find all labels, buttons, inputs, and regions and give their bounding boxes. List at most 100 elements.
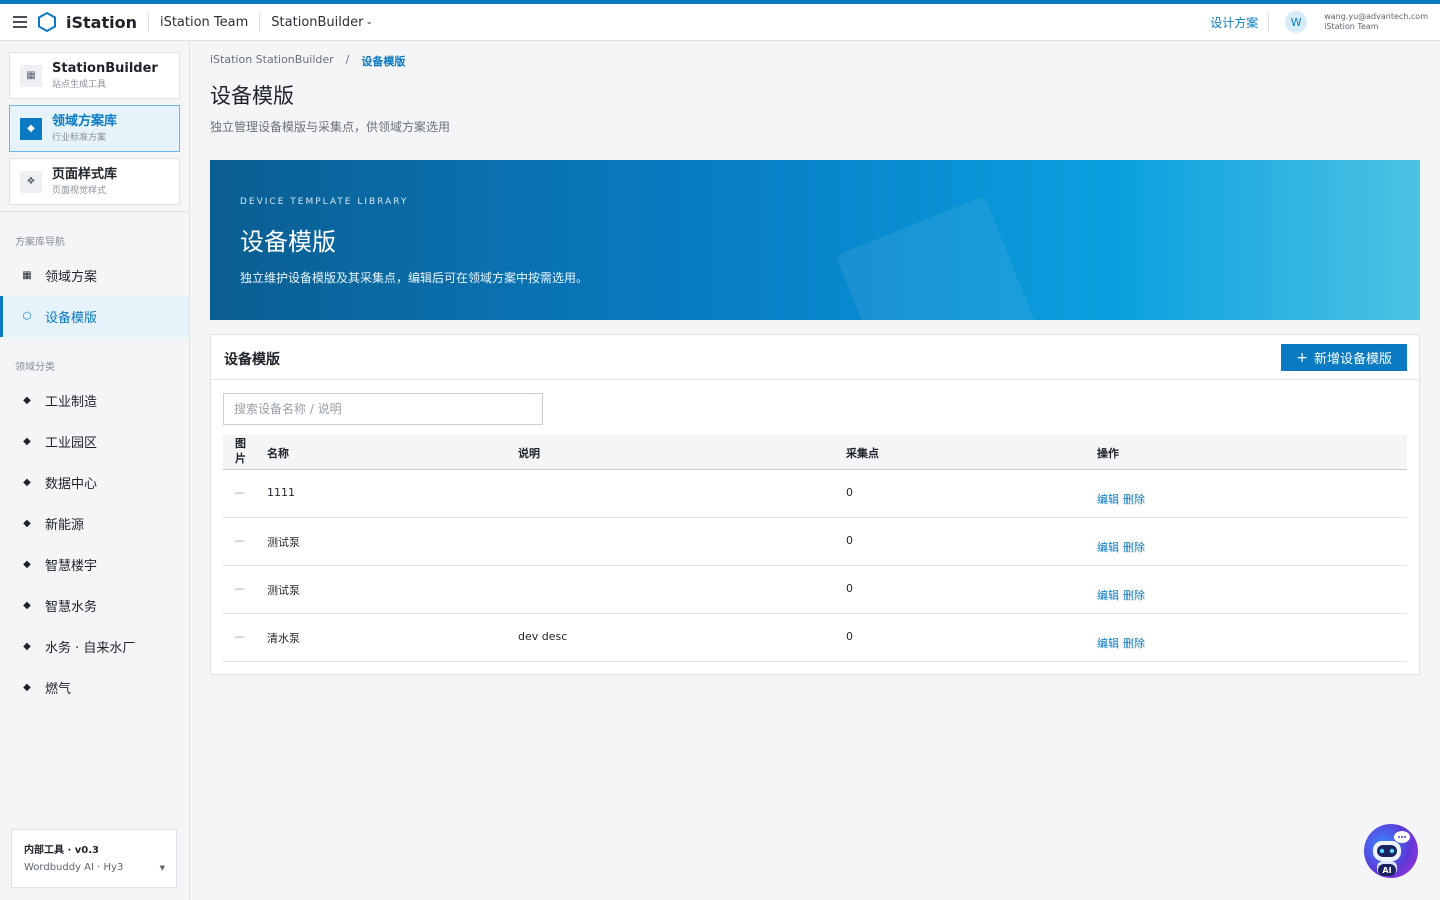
- team-name[interactable]: iStation Team: [160, 15, 248, 30]
- row-actions: 编辑 删除: [1097, 587, 1149, 603]
- diamond-icon: ◆: [23, 395, 31, 406]
- sidebar-item-label: 智慧水务: [45, 600, 98, 615]
- version-selector[interactable]: 内部工具 · v0.3 Wordbuddy AI · Hy3 ▼: [11, 829, 177, 888]
- hero-banner: DEVICE TEMPLATE LIBRARY 设备模版 独立维护设备模版及其采…: [210, 160, 1420, 320]
- delete-button[interactable]: 删除: [1123, 635, 1145, 651]
- breadcrumb-root[interactable]: iStation StationBuilder: [210, 53, 334, 69]
- app-card-sub: 行业标准方案: [52, 132, 107, 143]
- sidebar: ▦ StationBuilder 站点生成工具 ◆ 领域方案库 行业标准方案 ❖…: [0, 42, 190, 900]
- app-card-sub: 页面视觉样式: [52, 185, 107, 196]
- diamond-icon: ◆: [23, 600, 31, 611]
- diamond-icon: ◆: [23, 641, 31, 652]
- app-card-sub: 站点生成工具: [52, 79, 107, 90]
- row-actions: 编辑 删除: [1097, 491, 1149, 507]
- sidebar-item-label: 领域方案: [45, 270, 98, 285]
- sidebar-item-category[interactable]: ◆ 工业制造: [0, 380, 189, 421]
- product-switcher[interactable]: StationBuilder ⌄: [271, 15, 373, 30]
- banner-eyebrow: DEVICE TEMPLATE LIBRARY: [240, 197, 409, 207]
- edit-button[interactable]: 编辑: [1097, 491, 1119, 507]
- ai-assistant-button[interactable]: AI: [1364, 824, 1418, 878]
- diamond-icon: ◆: [23, 436, 31, 447]
- category-section-title: 领域分类: [15, 362, 55, 373]
- card-title: 设备模版: [224, 352, 280, 368]
- design-plan-link[interactable]: 设计方案: [1210, 14, 1258, 31]
- banner-description: 独立维护设备模版及其采集点，编辑后可在领域方案中按需选用。: [240, 271, 589, 285]
- diamond-icon: ◆: [23, 518, 31, 529]
- banner-decoration: [835, 195, 1045, 320]
- app-card-style-library[interactable]: ❖ 页面样式库 页面视觉样式: [9, 158, 180, 205]
- edit-button[interactable]: 编辑: [1097, 587, 1119, 603]
- menu-icon[interactable]: [13, 16, 27, 28]
- divider: [147, 12, 149, 32]
- card-header: 设备模版 + 新增设备模版: [211, 335, 1419, 380]
- sidebar-item-category[interactable]: ◆ 工业园区: [0, 421, 189, 462]
- sidebar-item-category[interactable]: ◆ 水务 · 自来水厂: [0, 626, 189, 667]
- brand-name[interactable]: iStation: [66, 13, 137, 32]
- delete-button[interactable]: 删除: [1123, 587, 1145, 603]
- row-actions: 编辑 删除: [1097, 539, 1149, 555]
- app-card-domain-library[interactable]: ◆ 领域方案库 行业标准方案: [9, 105, 180, 152]
- sidebar-item-label: 智慧楼宇: [45, 559, 98, 574]
- sidebar-item-category[interactable]: ◆ 数据中心: [0, 462, 189, 503]
- sidebar-item-category[interactable]: ◆ 燃气: [0, 667, 189, 708]
- nav-section-title: 方案库导航: [15, 237, 65, 248]
- row-image-placeholder: —: [234, 534, 245, 547]
- sidebar-item-label: 新能源: [45, 518, 85, 533]
- grid-icon: ▦: [22, 270, 32, 281]
- table-row: — 1111 0 编辑 删除: [223, 470, 1407, 518]
- app-card-name: StationBuilder: [52, 60, 158, 76]
- row-points: 0: [846, 486, 853, 499]
- delete-button[interactable]: 删除: [1123, 539, 1145, 555]
- product-name: StationBuilder: [271, 14, 364, 30]
- add-button-label: 新增设备模版: [1313, 352, 1392, 367]
- top-bar: iStation iStation Team StationBuilder ⌄ …: [0, 4, 1440, 41]
- sidebar-item-label: 数据中心: [45, 477, 98, 492]
- breadcrumb: iStation StationBuilder / 设备模版: [210, 53, 405, 69]
- sidebar-item-label: 设备模版: [45, 311, 98, 326]
- table-row: — 清水泵 dev desc 0 编辑 删除: [223, 614, 1407, 662]
- row-image-placeholder: —: [234, 582, 245, 595]
- breadcrumb-current: 设备模版: [361, 55, 406, 68]
- column-header-actions: 操作: [1097, 447, 1119, 460]
- device-template-card: 设备模版 + 新增设备模版 图片 名称 说明 采集点 操作 — 1111 0 编…: [210, 334, 1420, 675]
- column-header-points: 采集点: [846, 447, 879, 460]
- row-points: 0: [846, 534, 853, 547]
- edit-button[interactable]: 编辑: [1097, 635, 1119, 651]
- page-title: 设备模版: [210, 84, 294, 108]
- app-card-name: 领域方案库: [52, 113, 118, 129]
- row-image-placeholder: —: [234, 486, 245, 499]
- sidebar-item-label: 水务 · 自来水厂: [45, 641, 136, 656]
- app-card-stationbuilder[interactable]: ▦ StationBuilder 站点生成工具: [9, 52, 180, 99]
- column-header-desc: 说明: [518, 447, 540, 460]
- sidebar-item-category[interactable]: ◆ 新能源: [0, 503, 189, 544]
- delete-button[interactable]: 删除: [1123, 491, 1145, 507]
- avatar[interactable]: W: [1285, 11, 1308, 33]
- row-name: 测试泵: [267, 536, 300, 549]
- sidebar-item-label: 工业园区: [45, 436, 98, 451]
- chevron-down-icon: ⌄: [365, 17, 374, 27]
- sidebar-item-label: 燃气: [45, 682, 72, 697]
- hexagon-logo-icon: [38, 12, 56, 32]
- column-header-name: 名称: [267, 447, 289, 460]
- sidebar-item-category[interactable]: ◆ 智慧楼宇: [0, 544, 189, 585]
- user-info[interactable]: wang.yu@advantech.com iStation Team: [1324, 12, 1428, 32]
- sidebar-item-category[interactable]: ◆ 智慧水务: [0, 585, 189, 626]
- row-points: 0: [846, 630, 853, 643]
- sidebar-item-device-templates[interactable]: ⬡ 设备模版: [0, 296, 189, 337]
- search-input[interactable]: [223, 393, 543, 425]
- edit-button[interactable]: 编辑: [1097, 539, 1119, 555]
- table-row: — 测试泵 0 编辑 删除: [223, 566, 1407, 614]
- sidebar-item-label: 工业制造: [45, 395, 98, 410]
- add-device-template-button[interactable]: + 新增设备模版: [1281, 344, 1407, 371]
- grid-icon: ▦: [20, 64, 42, 87]
- column-header-image: 图片: [235, 437, 246, 465]
- divider: [1268, 12, 1270, 32]
- model-name: Wordbuddy AI · Hy3: [24, 862, 124, 873]
- user-email: wang.yu@advantech.com: [1324, 12, 1428, 21]
- row-name: 1111: [267, 486, 295, 499]
- table-header: 图片 名称 说明 采集点 操作: [223, 435, 1407, 470]
- layers-icon: ❖: [20, 170, 42, 193]
- sidebar-item-domain-solutions[interactable]: ▦ 领域方案: [0, 255, 189, 296]
- diamond-icon: ◆: [20, 117, 42, 140]
- version-title: 内部工具 · v0.3: [24, 845, 99, 856]
